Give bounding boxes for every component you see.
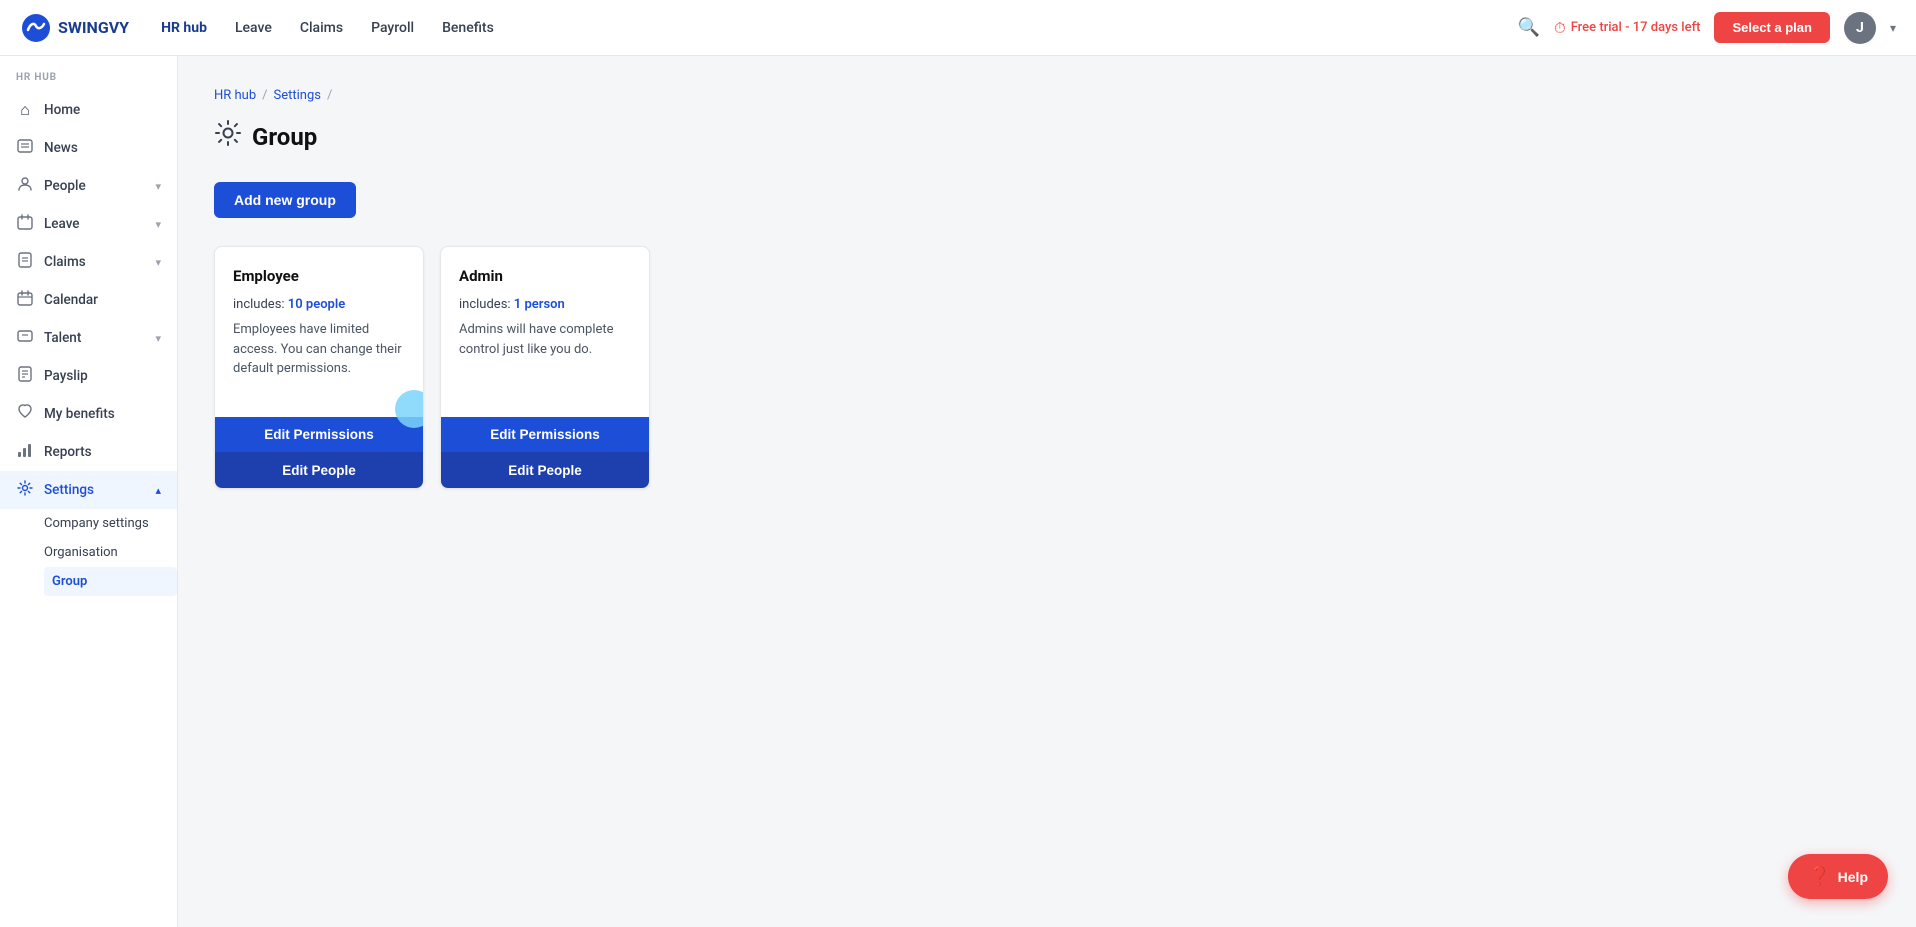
free-trial-text: Free trial - 17 days left (1571, 20, 1701, 35)
employee-card-description: Employees have limited access. You can c… (233, 320, 405, 379)
admin-card-actions: Edit Permissions Edit People (441, 417, 649, 488)
help-label: Help (1838, 869, 1868, 885)
claims-chevron-icon: ▾ (155, 256, 161, 269)
employee-edit-permissions-button[interactable]: Edit Permissions (215, 417, 423, 453)
breadcrumb-sep-2: / (327, 88, 332, 103)
sidebar-label-home: Home (44, 102, 161, 118)
talent-icon (16, 328, 34, 348)
admin-card-body: Admin includes: 1 person Admins will hav… (441, 247, 649, 417)
employee-card-body: Employee includes: 10 people Employees h… (215, 247, 423, 417)
sidebar-section-label: HR HUB (0, 72, 177, 91)
avatar[interactable]: J (1844, 12, 1876, 44)
people-chevron-icon: ▾ (155, 180, 161, 193)
avatar-chevron-icon[interactable]: ▾ (1890, 21, 1896, 35)
employee-edit-people-button[interactable]: Edit People (215, 453, 423, 488)
sidebar-item-my-benefits[interactable]: My benefits (0, 395, 177, 433)
nav-claims[interactable]: Claims (300, 20, 343, 36)
sidebar-item-home[interactable]: ⌂ Home (0, 91, 177, 129)
free-trial-badge: ⏱ Free trial - 17 days left (1554, 19, 1701, 37)
admin-card-title: Admin (459, 267, 631, 285)
nav-benefits[interactable]: Benefits (442, 20, 494, 36)
sidebar-sub-company-settings[interactable]: Company settings (44, 509, 177, 538)
help-button[interactable]: ❓ Help (1788, 854, 1888, 899)
claims-icon (16, 252, 34, 272)
topnav-right: 🔍 ⏱ Free trial - 17 days left Select a p… (1518, 12, 1896, 44)
breadcrumb: HR hub / Settings / (214, 88, 1880, 103)
admin-edit-people-button[interactable]: Edit People (441, 453, 649, 488)
home-icon: ⌂ (16, 100, 34, 120)
sidebar-sub-organisation[interactable]: Organisation (44, 538, 177, 567)
sidebar-item-claims[interactable]: Claims ▾ (0, 243, 177, 281)
logo[interactable]: SWINGVY (20, 12, 129, 44)
employee-card-includes: includes: 10 people (233, 297, 405, 312)
sidebar-label-payslip: Payslip (44, 368, 161, 384)
settings-submenu: Company settings Organisation Group (0, 509, 177, 596)
settings-chevron-icon: ▴ (155, 484, 161, 497)
page-header: Group (214, 119, 1880, 154)
sidebar-item-payslip[interactable]: Payslip (0, 357, 177, 395)
page-gear-icon (214, 119, 242, 154)
sidebar-label-leave: Leave (44, 216, 145, 232)
sidebar-item-settings[interactable]: Settings ▴ (0, 471, 177, 509)
news-icon (16, 138, 34, 158)
nav-links: HR hub Leave Claims Payroll Benefits (161, 20, 1517, 36)
swingvy-logo-icon (20, 12, 52, 44)
admin-group-card: Admin includes: 1 person Admins will hav… (440, 246, 650, 489)
search-button[interactable]: 🔍 (1518, 17, 1540, 38)
nav-hr-hub[interactable]: HR hub (161, 20, 207, 36)
settings-icon (16, 480, 34, 500)
sidebar-label-my-benefits: My benefits (44, 406, 161, 422)
group-cards: Employee includes: 10 people Employees h… (214, 246, 1880, 489)
sidebar-item-calendar[interactable]: Calendar (0, 281, 177, 319)
reports-icon (16, 442, 34, 462)
sidebar-label-claims: Claims (44, 254, 145, 270)
employee-includes-count[interactable]: 10 people (288, 297, 345, 312)
help-icon: ❓ (1808, 866, 1830, 887)
sidebar-item-news[interactable]: News (0, 129, 177, 167)
sidebar-item-talent[interactable]: Talent ▾ (0, 319, 177, 357)
my-benefits-icon (16, 404, 34, 424)
add-new-group-button[interactable]: Add new group (214, 182, 356, 218)
breadcrumb-sep-1: / (262, 88, 267, 103)
sidebar-label-news: News (44, 140, 161, 156)
breadcrumb-hr-hub[interactable]: HR hub (214, 88, 256, 103)
employee-group-card: Employee includes: 10 people Employees h… (214, 246, 424, 489)
leave-icon (16, 214, 34, 234)
leave-chevron-icon: ▾ (155, 218, 161, 231)
clock-icon: ⏱ (1554, 19, 1566, 37)
nav-payroll[interactable]: Payroll (371, 20, 414, 36)
sidebar-item-people[interactable]: People ▾ (0, 167, 177, 205)
nav-leave[interactable]: Leave (235, 20, 272, 36)
sidebar-label-talent: Talent (44, 330, 145, 346)
talent-chevron-icon: ▾ (155, 332, 161, 345)
select-plan-button[interactable]: Select a plan (1714, 12, 1829, 43)
payslip-icon (16, 366, 34, 386)
employee-includes-label: includes: (233, 297, 285, 312)
breadcrumb-settings[interactable]: Settings (274, 88, 321, 103)
admin-includes-label: includes: (459, 297, 511, 312)
page-title: Group (252, 123, 317, 151)
main-content: HR hub / Settings / Group Add new group … (178, 56, 1916, 927)
employee-card-title: Employee (233, 267, 405, 285)
people-icon (16, 176, 34, 196)
employee-card-actions: Edit Permissions Edit People (215, 417, 423, 488)
sidebar-label-people: People (44, 178, 145, 194)
calendar-icon (16, 290, 34, 310)
sidebar-item-leave[interactable]: Leave ▾ (0, 205, 177, 243)
top-navigation: SWINGVY HR hub Leave Claims Payroll Bene… (0, 0, 1916, 56)
admin-card-includes: includes: 1 person (459, 297, 631, 312)
sidebar-label-reports: Reports (44, 444, 161, 460)
sidebar: HR HUB ⌂ Home News People ▾ Leave ▾ Clai… (0, 56, 178, 927)
sidebar-sub-group[interactable]: Group (44, 567, 177, 596)
sidebar-label-calendar: Calendar (44, 292, 161, 308)
admin-includes-count[interactable]: 1 person (514, 297, 565, 312)
admin-edit-permissions-button[interactable]: Edit Permissions (441, 417, 649, 453)
sidebar-item-reports[interactable]: Reports (0, 433, 177, 471)
sidebar-label-settings: Settings (44, 482, 145, 498)
logo-text: SWINGVY (58, 18, 129, 37)
admin-card-description: Admins will have complete control just l… (459, 320, 631, 359)
